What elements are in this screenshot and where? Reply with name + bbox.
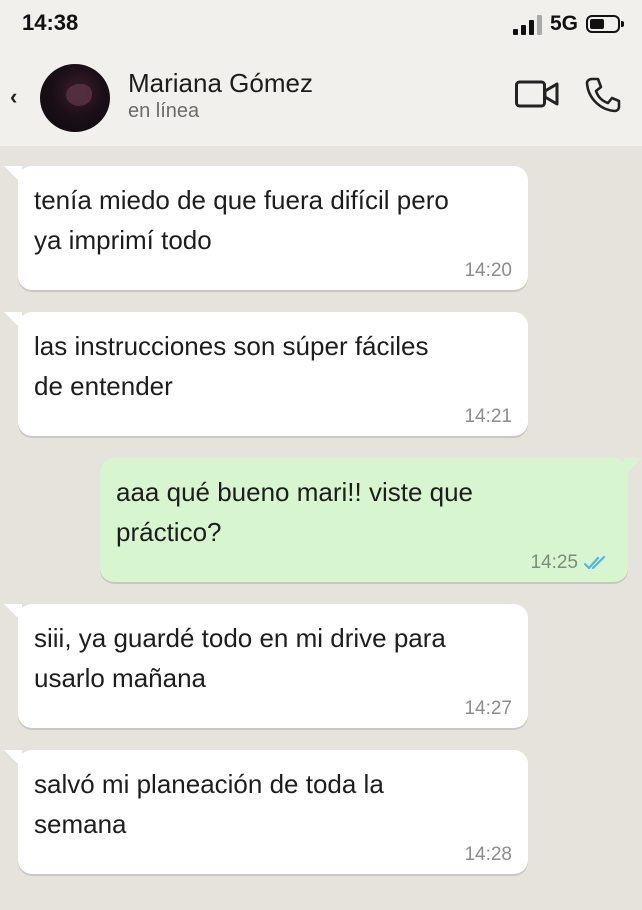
bubble-tail (4, 166, 22, 184)
double-check-icon (584, 555, 606, 570)
chat-header: 14:38 5G ‹ Mariana Gómez en línea (0, 0, 642, 146)
contact-status: en línea (128, 100, 200, 122)
message-bubble[interactable]: siii, ya guardé todo en mi drive para us… (4, 604, 528, 728)
message-time: 14:20 (464, 260, 512, 281)
battery-icon (586, 15, 624, 33)
contact-name[interactable]: Mariana Gómez (128, 68, 313, 99)
message-time: 14:28 (464, 844, 512, 865)
phone-icon[interactable] (584, 76, 622, 114)
signal-icon (512, 13, 542, 35)
bubble-tail (624, 458, 642, 476)
bubble-tail (4, 750, 22, 768)
message-bubble-outgoing[interactable]: aaa qué bueno mari!! viste que práctico?… (100, 458, 642, 582)
network-label: 5G (549, 12, 578, 35)
message-text: tenía miedo de que fuera difícil pero ya… (34, 185, 449, 255)
message-bubble[interactable]: tenía miedo de que fuera difícil pero ya… (4, 166, 528, 290)
message-text: las instrucciones son súper fáciles de e… (34, 331, 429, 401)
message-bubble[interactable]: salvó mi planeación de toda la semana 14… (4, 750, 528, 874)
back-button[interactable]: ‹ (10, 84, 17, 110)
avatar[interactable] (40, 64, 110, 132)
message-time: 14:27 (464, 698, 512, 719)
bubble-tail (4, 312, 22, 330)
message-bubble[interactable]: las instrucciones son súper fáciles de e… (4, 312, 528, 436)
message-text: siii, ya guardé todo en mi drive para us… (34, 623, 446, 693)
message-text: salvó mi planeación de toda la semana (34, 769, 384, 839)
message-time: 14:21 (464, 406, 512, 427)
message-text: aaa qué bueno mari!! viste que práctico? (116, 477, 474, 547)
message-time: 14:25 (530, 552, 578, 573)
status-time: 14:38 (22, 10, 79, 35)
video-camera-icon[interactable] (514, 78, 560, 110)
bubble-tail (4, 604, 22, 622)
status-indicators: 5G (512, 10, 624, 38)
